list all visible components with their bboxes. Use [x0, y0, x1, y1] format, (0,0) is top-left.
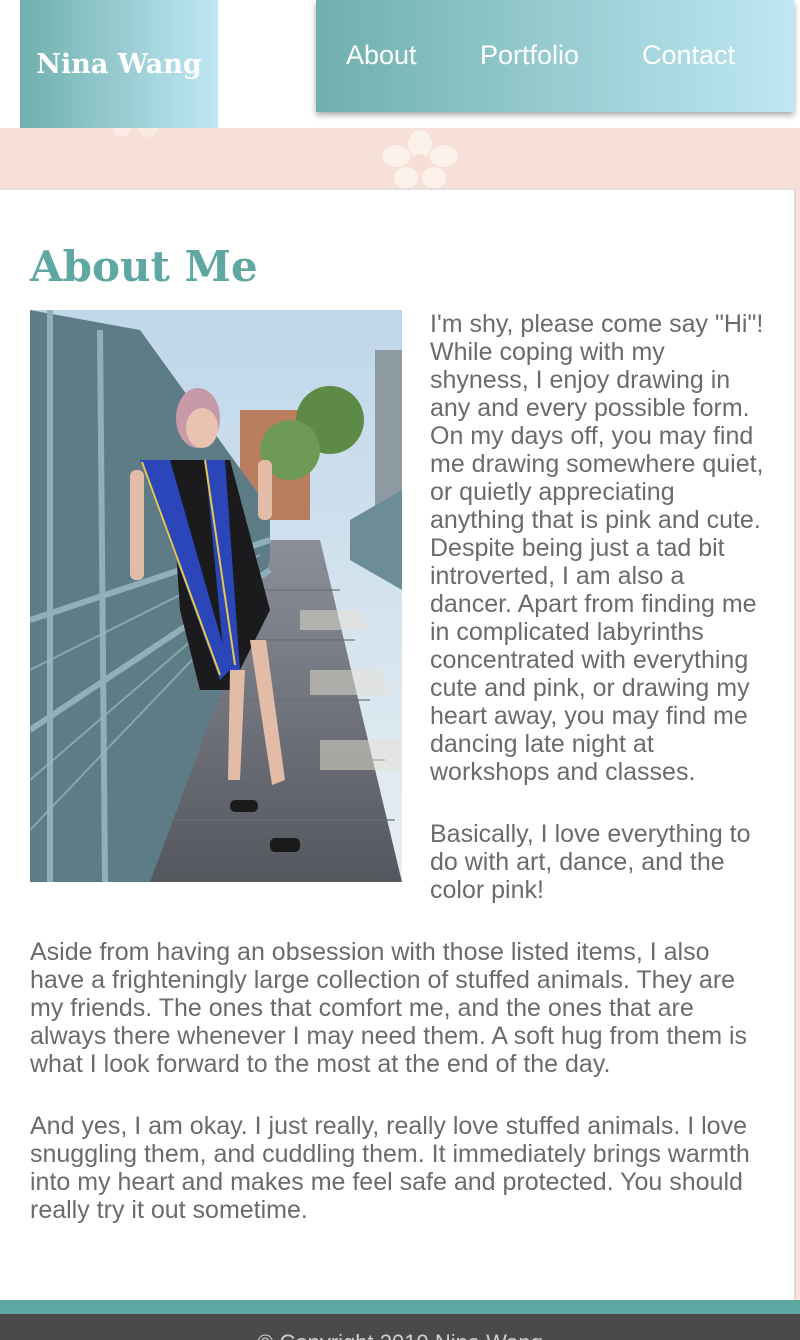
flower-decoration-icon	[113, 128, 157, 137]
profile-photo	[30, 310, 402, 882]
about-text: I'm shy, please come say "Hi"! While cop…	[30, 310, 766, 1258]
main-nav: About Portfolio Contact	[316, 0, 794, 112]
nav-link-contact[interactable]: Contact	[642, 40, 735, 71]
site-footer: © Copyright 2019 Nina Wang	[0, 1314, 800, 1340]
about-content: About Me I'm shy, please come say "Hi"! …	[0, 188, 796, 1300]
flower-decoration-icon	[382, 130, 458, 188]
copyright-text: © Copyright 2019 Nina Wang	[0, 1330, 800, 1340]
nav-link-about[interactable]: About	[346, 40, 417, 71]
nav-link-portfolio[interactable]: Portfolio	[480, 40, 579, 71]
site-header: Nina Wang About Portfolio Contact	[0, 0, 800, 128]
about-paragraph: Aside from having an obsession with thos…	[30, 938, 748, 1078]
about-paragraph: And yes, I am okay. I just really, reall…	[30, 1112, 750, 1224]
site-logo[interactable]: Nina Wang	[20, 0, 218, 128]
decorative-banner	[0, 128, 800, 188]
page-title: About Me	[30, 242, 258, 291]
footer-accent-bar	[0, 1300, 800, 1314]
